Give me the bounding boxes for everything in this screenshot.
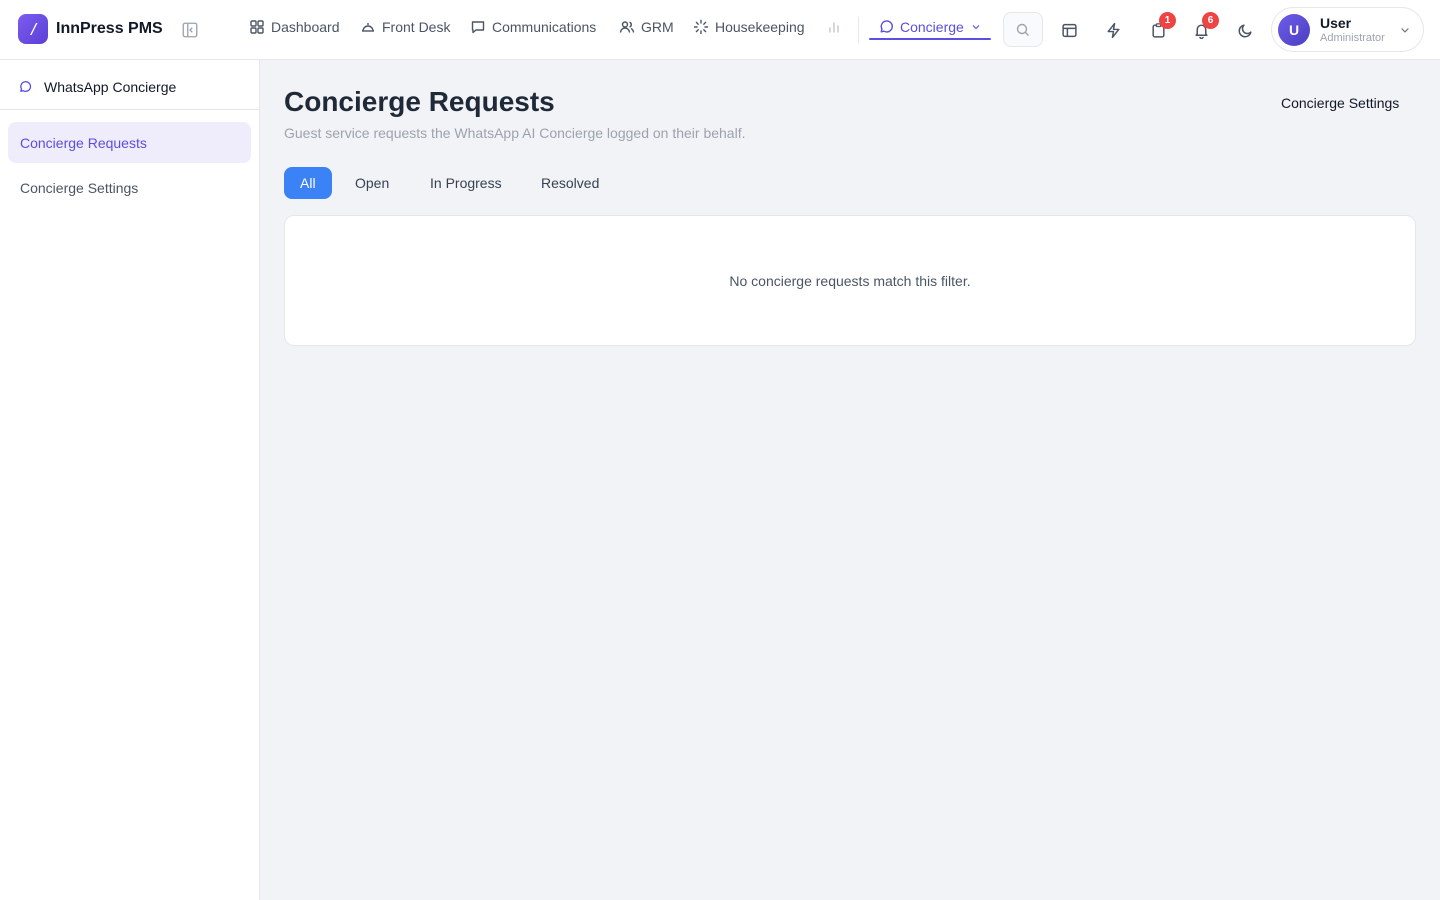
nav-label: Concierge xyxy=(900,19,964,35)
user-name: User xyxy=(1320,15,1352,31)
quick-actions-button[interactable] xyxy=(1101,18,1125,42)
message-circle-icon xyxy=(880,20,893,33)
tasks-badge: 1 xyxy=(1159,12,1176,29)
requests-list-card: No concierge requests match this filter. xyxy=(284,215,1416,346)
search-icon xyxy=(1016,23,1029,36)
sidebar-item-label: Concierge Settings xyxy=(20,179,139,196)
sparkle-icon xyxy=(693,19,709,35)
nav-front-desk[interactable]: Front Desk xyxy=(360,19,450,35)
nav-housekeeping[interactable]: Housekeeping xyxy=(693,19,805,35)
sidebar-title: WhatsApp Concierge xyxy=(44,79,177,95)
sidebar-toggle-icon[interactable] xyxy=(180,20,200,40)
moon-icon xyxy=(1238,23,1252,37)
nav-divider xyxy=(858,17,859,43)
sidebar-item-concierge-settings[interactable]: Concierge Settings xyxy=(8,167,251,208)
nav-label: Front Desk xyxy=(382,19,451,35)
nav-label: Communications xyxy=(492,19,597,35)
brand-name[interactable]: InnPress PMS xyxy=(56,20,163,38)
empty-state-message: No concierge requests match this filter. xyxy=(729,272,971,289)
message-circle-icon xyxy=(20,81,32,92)
logo-icon[interactable] xyxy=(18,14,48,44)
nav-label: GRM xyxy=(641,19,674,35)
table-button[interactable] xyxy=(1057,18,1081,42)
bell-desk-icon xyxy=(362,23,374,32)
sidebar-item-label: Concierge Requests xyxy=(20,134,147,151)
table-icon xyxy=(1061,23,1077,37)
grid-icon xyxy=(250,20,264,34)
notifications-button[interactable]: 6 xyxy=(1189,12,1219,42)
nav-communications[interactable]: Communications xyxy=(470,19,596,35)
chevron-down-icon xyxy=(1401,28,1409,33)
concierge-settings-link[interactable]: Concierge Settings xyxy=(1281,95,1399,111)
theme-toggle-button[interactable] xyxy=(1233,18,1257,42)
avatar: U xyxy=(1278,14,1310,46)
nav-grm[interactable]: GRM xyxy=(619,19,674,35)
filter-all[interactable]: All xyxy=(284,167,332,199)
message-icon xyxy=(471,21,485,34)
notifications-badge: 6 xyxy=(1202,12,1219,29)
filter-in-progress[interactable]: In Progress xyxy=(414,167,518,199)
chevron-down-icon xyxy=(972,25,980,30)
nav-label: Dashboard xyxy=(271,19,340,35)
nav-label: Housekeeping xyxy=(715,19,805,35)
search-button[interactable] xyxy=(1003,12,1043,47)
nav-dashboard[interactable]: Dashboard xyxy=(249,19,340,35)
user-menu[interactable]: U User Administrator xyxy=(1271,7,1424,52)
nav-reports[interactable] xyxy=(826,19,842,35)
page-title: Concierge Requests xyxy=(284,86,555,117)
users-icon xyxy=(619,21,635,33)
tasks-button[interactable]: 1 xyxy=(1146,12,1176,42)
nav-active-indicator xyxy=(869,38,991,40)
sidebar-header: WhatsApp Concierge xyxy=(0,60,259,110)
filter-resolved[interactable]: Resolved xyxy=(525,167,615,199)
filter-open[interactable]: Open xyxy=(339,167,405,199)
page-subtitle: Guest service requests the WhatsApp AI C… xyxy=(284,125,746,141)
sidebar: WhatsApp Concierge Concierge Requests Co… xyxy=(0,60,260,900)
user-role: Administrator xyxy=(1320,32,1385,44)
lightning-icon xyxy=(1106,22,1120,38)
nav-concierge[interactable]: Concierge xyxy=(878,19,982,35)
bar-chart-icon xyxy=(829,22,839,33)
sidebar-item-concierge-requests[interactable]: Concierge Requests xyxy=(8,122,251,163)
top-bar: InnPress PMS Dashboard Front Desk Commun… xyxy=(0,0,1440,60)
